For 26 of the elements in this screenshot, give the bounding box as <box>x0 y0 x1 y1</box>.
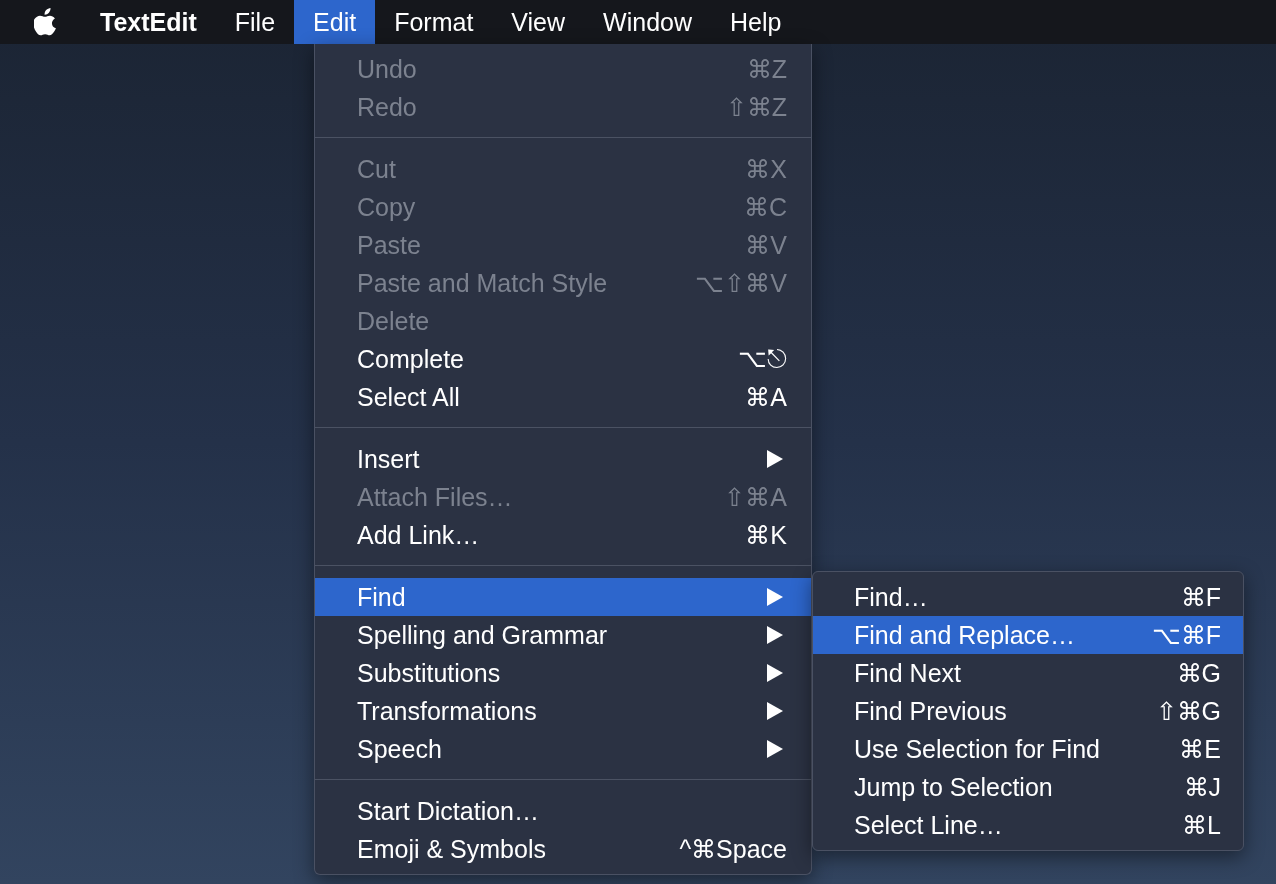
menu-bar-item[interactable]: View <box>492 0 585 44</box>
menu-item[interactable]: Add Link… ⌘K <box>315 516 811 554</box>
menu-item[interactable]: Find Next ⌘G <box>813 654 1243 692</box>
menu-item[interactable]: Transformations <box>315 692 811 730</box>
menu-item[interactable]: Speech <box>315 730 811 768</box>
menu-item[interactable]: Substitutions <box>315 654 811 692</box>
menu-item[interactable]: Find… ⌘F <box>813 578 1243 616</box>
menu-item[interactable]: Select Line… ⌘L <box>813 806 1243 844</box>
menu-bar-item[interactable]: Edit <box>294 0 376 44</box>
menu-item[interactable]: Find <box>315 578 811 616</box>
app-menu-button[interactable]: TextEdit <box>78 0 216 44</box>
menu-item[interactable]: Select All ⌘A <box>315 378 811 416</box>
apple-icon <box>34 8 58 36</box>
menu-item[interactable]: Use Selection for Find ⌘E <box>813 730 1243 768</box>
menu-item[interactable]: Emoji & Symbols ^⌘Space <box>315 830 811 868</box>
menu-item[interactable]: Insert <box>315 440 811 478</box>
menu-item[interactable]: Complete ⌥⎋ <box>315 340 811 378</box>
menu-item[interactable]: Jump to Selection ⌘J <box>813 768 1243 806</box>
menu-item[interactable]: Start Dictation… <box>315 792 811 830</box>
menu-bar-item[interactable]: File <box>215 0 295 44</box>
menu-item[interactable]: Find and Replace… ⌥⌘F <box>813 616 1243 654</box>
menu-bar-item[interactable]: Help <box>711 0 801 44</box>
menu-item[interactable]: Spelling and Grammar <box>315 616 811 654</box>
menu-bar-item[interactable]: Format <box>375 0 493 44</box>
menu-item[interactable]: Find Previous ⇧⌘G <box>813 692 1243 730</box>
menu-bar-item[interactable]: Window <box>584 0 711 44</box>
